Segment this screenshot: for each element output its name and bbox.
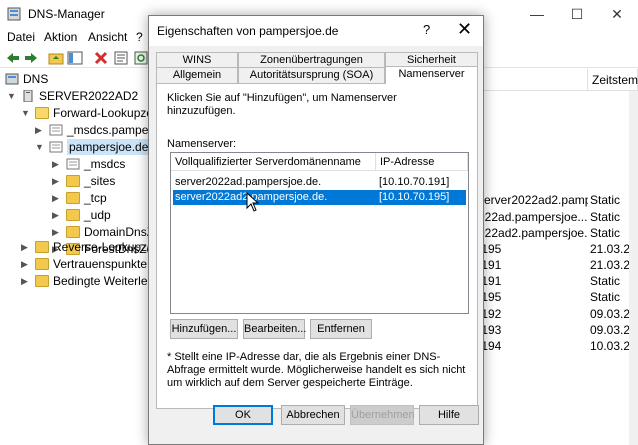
- list-item[interactable]: server2022ad.pampersjoe.de. [10.10.70.19…: [173, 175, 466, 190]
- tree-label: _udp: [84, 208, 111, 222]
- record-data: 022ad.pampersjoe....: [478, 210, 588, 224]
- tab-general[interactable]: Allgemein: [156, 67, 238, 83]
- tree-label: pampersjoe.de: [67, 139, 151, 155]
- folder-icon: [66, 175, 80, 187]
- window-title: DNS-Manager: [28, 7, 105, 21]
- back-arrow-icon[interactable]: [5, 50, 21, 66]
- forward-arrow-icon[interactable]: [23, 50, 39, 66]
- refresh-icon[interactable]: [133, 50, 149, 66]
- record-data: .195: [478, 242, 502, 256]
- collapse-chevron-icon[interactable]: ▼: [35, 139, 45, 155]
- help-icon[interactable]: ?: [423, 22, 430, 37]
- expand-chevron-icon[interactable]: ▶: [21, 273, 31, 289]
- show-hide-tree-icon[interactable]: [67, 50, 83, 66]
- column-header-fqdn[interactable]: Vollqualifizierter Serverdomänenname: [171, 153, 376, 171]
- column-header-timestamp[interactable]: Zeitstemp: [588, 69, 638, 91]
- folder-icon: [66, 226, 80, 238]
- expand-chevron-icon[interactable]: ▶: [52, 190, 62, 206]
- edit-button[interactable]: Bearbeiten...: [243, 319, 306, 339]
- remove-button[interactable]: Entfernen: [310, 319, 372, 339]
- server-ip: [10.10.70.195]: [379, 191, 450, 203]
- zone-icon: [66, 158, 80, 170]
- add-button[interactable]: Hinzufügen...: [170, 319, 238, 339]
- expand-chevron-icon[interactable]: ▶: [52, 173, 62, 189]
- menu-help[interactable]: ?: [136, 30, 143, 44]
- name-servers-label: Namenserver:: [167, 138, 237, 150]
- record-data: .194: [478, 339, 502, 353]
- record-data: .195: [478, 290, 502, 304]
- folder-icon: [35, 258, 49, 270]
- expand-chevron-icon[interactable]: ▶: [52, 156, 62, 172]
- record-data: server2022ad2.pamp...: [478, 193, 588, 207]
- name-server-list[interactable]: Vollqualifizierter Serverdomänenname IP-…: [170, 152, 469, 314]
- folder-icon: [35, 275, 49, 287]
- cancel-button[interactable]: Abbrechen: [281, 405, 345, 425]
- note-text: * Stellt eine IP-Adresse dar, die als Er…: [167, 351, 466, 389]
- tree-label: _msdcs: [84, 157, 126, 171]
- name-servers-panel: Klicken Sie auf "Hinzufügen", um Namense…: [156, 83, 478, 409]
- column-header-data[interactable]: [478, 69, 588, 91]
- record-data: .191: [478, 274, 502, 288]
- tree-label: DNS: [23, 72, 49, 86]
- server-fqdn: server2022ad.pampersjoe.de.: [175, 176, 322, 188]
- record-data: 022ad2.pampersjoe....: [478, 226, 588, 240]
- dialog-titlebar: Eigenschaften von pampersjoe.de ? ✕: [149, 16, 483, 46]
- expand-chevron-icon[interactable]: ▶: [21, 239, 31, 255]
- tree-label: Vertrauenspunkte: [53, 257, 148, 271]
- close-window-button[interactable]: ✕: [604, 4, 630, 24]
- record-data: .193: [478, 323, 502, 337]
- zone-icon: [49, 124, 63, 136]
- record-data: .191: [478, 258, 502, 272]
- collapse-chevron-icon[interactable]: ▼: [7, 88, 17, 104]
- dns-manager-app-icon: [7, 7, 21, 21]
- collapse-chevron-icon[interactable]: ▼: [21, 105, 31, 121]
- instruction-text: Klicken Sie auf "Hinzufügen", um Namense…: [167, 92, 397, 117]
- menu-view[interactable]: Ansicht: [88, 30, 127, 44]
- dns-icon: [5, 73, 19, 85]
- expand-chevron-icon[interactable]: ▶: [52, 224, 62, 240]
- tab-wins[interactable]: WINS: [156, 52, 238, 68]
- dialog-title: Eigenschaften von pampersjoe.de: [157, 24, 339, 38]
- ok-button[interactable]: OK: [213, 405, 273, 425]
- folder-icon: [35, 107, 49, 119]
- apply-button[interactable]: Übernehmen: [350, 405, 415, 425]
- zone-icon: [49, 141, 63, 153]
- tree-label: _sites: [84, 174, 116, 188]
- tab-name-servers[interactable]: Namenserver: [385, 66, 478, 84]
- help-button[interactable]: Hilfe: [419, 405, 479, 425]
- tree-label: _tcp: [84, 191, 107, 205]
- vertical-scrollbar[interactable]: [629, 91, 638, 445]
- close-icon[interactable]: ✕: [457, 19, 472, 39]
- maximize-button[interactable]: ☐: [564, 4, 590, 24]
- delete-icon[interactable]: [93, 50, 109, 66]
- up-folder-icon[interactable]: [48, 50, 64, 66]
- expand-chevron-icon[interactable]: ▶: [35, 122, 45, 138]
- server-ip: [10.10.70.191]: [379, 176, 450, 188]
- record-data: .192: [478, 307, 502, 321]
- folder-icon: [66, 192, 80, 204]
- list-item-selected[interactable]: server2022ad2.pampersjoe.de. [10.10.70.1…: [173, 190, 466, 205]
- tab-zone-transfers[interactable]: Zonenübertragungen: [238, 52, 385, 68]
- mouse-cursor-icon: [246, 192, 260, 212]
- tree-label: Bedingte Weiterleitu: [53, 274, 161, 288]
- menu-action[interactable]: Aktion: [44, 30, 77, 44]
- properties-icon[interactable]: [113, 50, 129, 66]
- menu-file[interactable]: Datei: [7, 30, 35, 44]
- minimize-button[interactable]: —: [524, 4, 550, 24]
- expand-chevron-icon[interactable]: ▶: [21, 256, 31, 272]
- folder-icon: [35, 241, 49, 253]
- folder-icon: [66, 209, 80, 221]
- navigation-tree: DNS ▼ SERVER2022AD2 ▼ Forward-Lookupzone…: [0, 69, 174, 445]
- tab-soa[interactable]: Autoritätsursprung (SOA): [238, 67, 385, 83]
- expand-chevron-icon[interactable]: ▶: [52, 207, 62, 223]
- server-icon: [23, 90, 33, 102]
- tree-label: SERVER2022AD2: [39, 89, 139, 103]
- column-header-ip[interactable]: IP-Adresse: [376, 153, 468, 171]
- records-pane: Zeitstemp server2022ad2.pamp... Static 0…: [478, 69, 638, 445]
- zone-properties-dialog: Eigenschaften von pampersjoe.de ? ✕ WINS…: [148, 15, 484, 445]
